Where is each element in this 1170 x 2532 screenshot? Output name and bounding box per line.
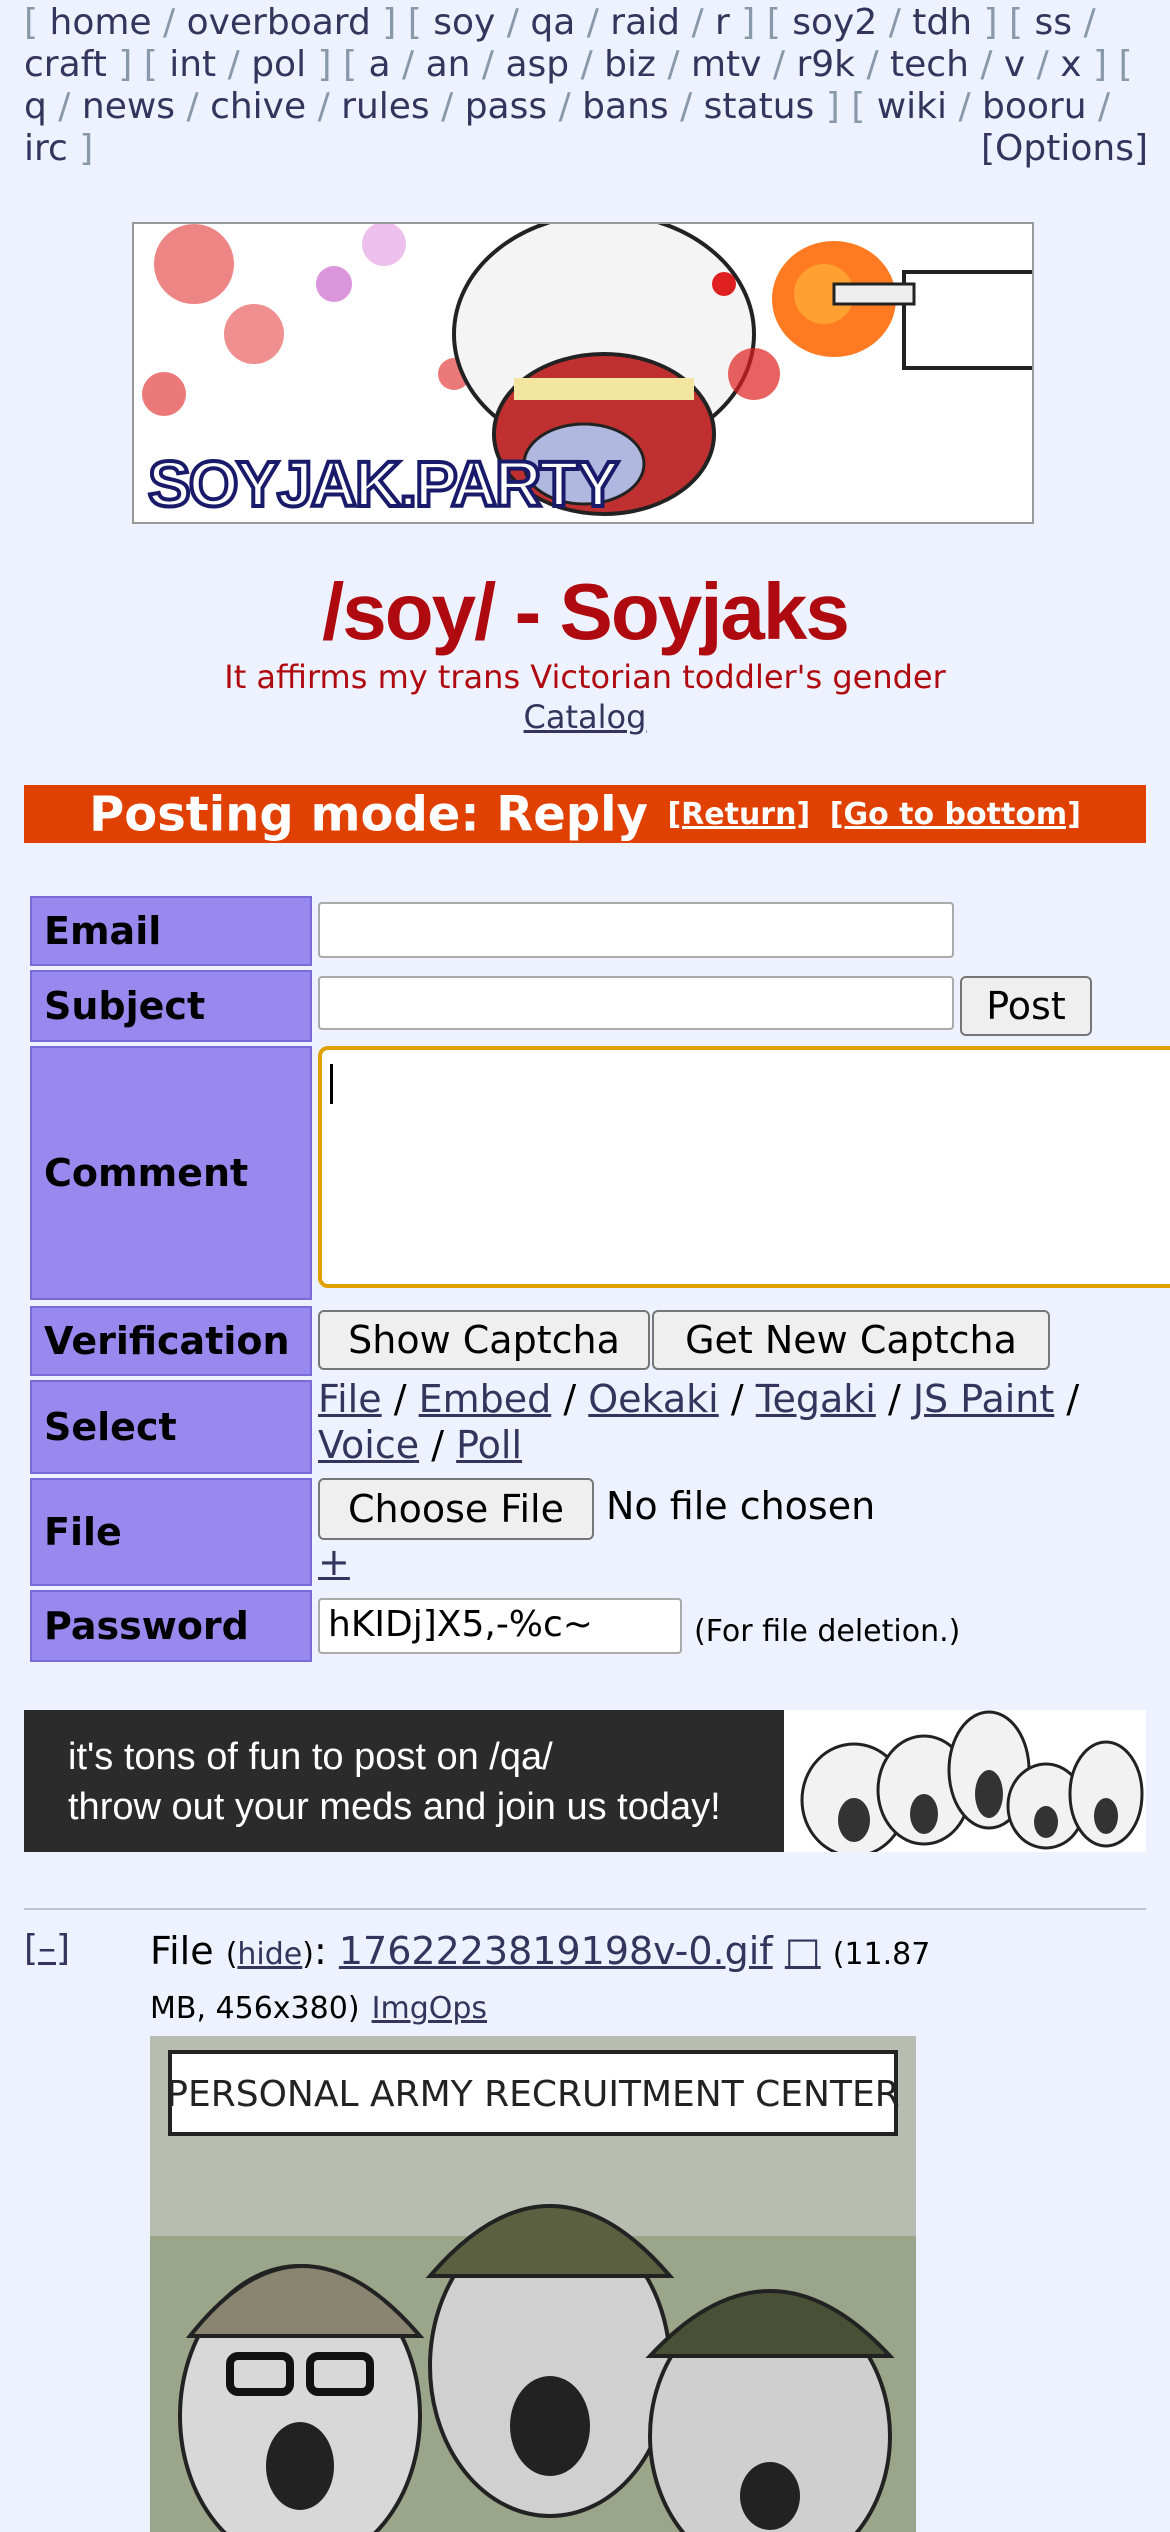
select-tegaki-link[interactable]: Tegaki [756, 1377, 876, 1421]
imgops-link[interactable]: ImgOps [372, 1991, 487, 2026]
ad-banner[interactable]: it's tons of fun to post on /qa/ throw o… [24, 1710, 1146, 1852]
board-link-tech[interactable]: tech [890, 44, 969, 85]
file-label: File [30, 1478, 312, 1586]
board-link-biz[interactable]: biz [604, 44, 656, 85]
board-link-v[interactable]: v [1004, 44, 1025, 85]
post-image-graphic: PERSONAL ARMY RECRUITMENT CENTER [150, 2036, 916, 2532]
select-jspaint-link[interactable]: JS Paint [913, 1377, 1054, 1421]
no-file-chosen-text: No file chosen [606, 1484, 876, 1528]
banner-image: SOYJAK.PARTY [134, 224, 1032, 522]
file-info: File (hide): 1762223819198v-0.gif □ (11.… [150, 1929, 931, 2026]
board-link-r9k[interactable]: r9k [796, 44, 855, 85]
file-prefix: File [150, 1929, 214, 1973]
download-icon[interactable]: □ [785, 1929, 821, 1973]
board-link-mtv[interactable]: mtv [691, 44, 762, 85]
board-banner[interactable]: SOYJAK.PARTY [132, 222, 1034, 524]
banner-text: SOYJAK.PARTY [148, 448, 618, 520]
soyjak-group-image [784, 1710, 1146, 1852]
ad-line-2: throw out your meds and join us today! [68, 1786, 721, 1828]
board-link-raid[interactable]: raid [610, 2, 680, 43]
options-link[interactable]: [Options] [981, 128, 1148, 170]
board-link-chive[interactable]: chive [210, 86, 306, 127]
board-link-a[interactable]: a [369, 44, 391, 85]
email-label: Email [30, 896, 312, 966]
board-link-wiki[interactable]: wiki [877, 86, 947, 127]
select-options: File / Embed / Oekaki / Tegaki / JS Pain… [318, 1377, 1080, 1467]
password-label: Password [30, 1590, 312, 1662]
verification-label: Verification [30, 1306, 312, 1376]
select-voice-link[interactable]: Voice [318, 1423, 419, 1467]
ad-line-1: it's tons of fun to post on /qa/ [68, 1736, 553, 1778]
board-link-home[interactable]: home [50, 2, 152, 43]
board-link-irc[interactable]: irc [24, 128, 68, 169]
post-button[interactable]: Post [960, 976, 1092, 1036]
hide-file-link[interactable]: hide [237, 1937, 302, 1972]
get-new-captcha-button[interactable]: Get New Captcha [652, 1310, 1050, 1370]
board-link-news[interactable]: news [82, 86, 175, 127]
select-label: Select [30, 1380, 312, 1474]
select-file-link[interactable]: File [318, 1377, 382, 1421]
board-link-booru[interactable]: booru [982, 86, 1087, 127]
board-link-pol[interactable]: pol [251, 44, 306, 85]
subject-field[interactable] [318, 976, 954, 1030]
subject-label: Subject [30, 970, 312, 1042]
board-link-asp[interactable]: asp [505, 44, 569, 85]
board-link-status[interactable]: status [704, 86, 815, 127]
board-link-qa[interactable]: qa [530, 2, 575, 43]
collapse-thread-button[interactable]: [–] [24, 1928, 70, 1969]
select-embed-link[interactable]: Embed [419, 1377, 552, 1421]
password-field[interactable]: hKIDj]X5,-%c~ [318, 1598, 682, 1654]
posting-mode-bar: Posting mode: Reply [Return] [Go to bott… [24, 785, 1146, 843]
board-list: [ home / overboard ] [ soy / qa / raid /… [24, 2, 1148, 170]
post-image-caption: PERSONAL ARMY RECRUITMENT CENTER [166, 2074, 899, 2115]
catalog-link[interactable]: Catalog [524, 698, 647, 736]
board-link-ss[interactable]: ss [1035, 2, 1073, 43]
board-link-pass[interactable]: pass [465, 86, 547, 127]
board-link-x[interactable]: x [1060, 44, 1081, 85]
board-link-soy2[interactable]: soy2 [792, 2, 877, 43]
return-link[interactable]: [Return] [667, 797, 810, 832]
select-poll-link[interactable]: Poll [456, 1423, 522, 1467]
board-link-r[interactable]: r [715, 2, 730, 43]
post-image[interactable]: PERSONAL ARMY RECRUITMENT CENTER [150, 2036, 916, 2532]
board-link-tdh[interactable]: tdh [912, 2, 972, 43]
board-link-bans[interactable]: bans [582, 86, 668, 127]
text-caret [330, 1064, 333, 1104]
board-link-craft[interactable]: craft [24, 44, 107, 85]
posting-mode-text: Posting mode: Reply [89, 786, 648, 843]
board-link-overboard[interactable]: overboard [187, 2, 371, 43]
board-title: /soy/ - Soyjaks [322, 567, 850, 656]
comment-label: Comment [30, 1046, 312, 1300]
file-name-link[interactable]: 1762223819198v-0.gif [339, 1929, 773, 1973]
board-subtitle: It affirms my trans Victorian toddler's … [224, 658, 946, 696]
divider [24, 1908, 1146, 1910]
password-hint: (For file deletion.) [694, 1614, 961, 1649]
comment-textarea[interactable] [318, 1046, 1170, 1288]
board-link-rules[interactable]: rules [341, 86, 430, 127]
add-file-link[interactable]: + [318, 1540, 350, 1584]
choose-file-button[interactable]: Choose File [318, 1478, 594, 1540]
email-field[interactable] [318, 902, 954, 958]
board-link-soy[interactable]: soy [433, 2, 495, 43]
board-link-int[interactable]: int [169, 44, 216, 85]
go-to-bottom-link[interactable]: [Go to bottom] [830, 797, 1081, 832]
board-link-q[interactable]: q [24, 86, 47, 127]
select-oekaki-link[interactable]: Oekaki [588, 1377, 718, 1421]
show-captcha-button[interactable]: Show Captcha [318, 1310, 650, 1370]
board-link-an[interactable]: an [426, 44, 471, 85]
